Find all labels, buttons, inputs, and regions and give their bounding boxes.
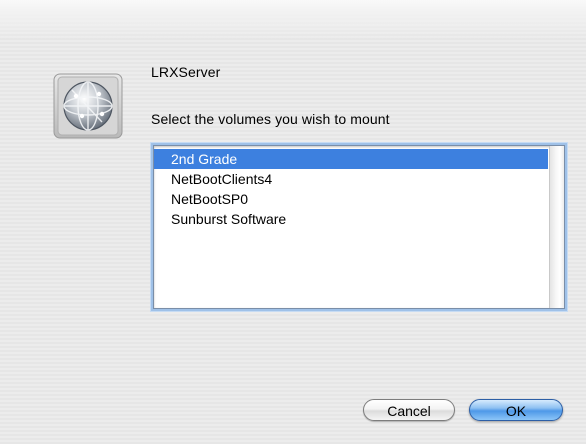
list-item-2nd-grade[interactable]: 2nd Grade	[154, 149, 548, 169]
network-globe-icon	[52, 72, 124, 140]
list-item-netbootclients4[interactable]: NetBootClients4	[154, 169, 548, 189]
mount-volumes-sheet: LRXServer Select the volumes you wish to…	[0, 0, 586, 444]
sheet-top-shadow	[0, 0, 586, 40]
list-item-netbootsp0[interactable]: NetBootSP0	[154, 189, 548, 209]
mount-prompt: Select the volumes you wish to mount	[151, 111, 390, 127]
list-item-sunburst-software[interactable]: Sunburst Software	[154, 209, 548, 229]
server-name: LRXServer	[151, 64, 221, 80]
volume-list[interactable]: 2nd Grade NetBootClients4 NetBootSP0 Sun…	[153, 145, 565, 309]
volume-list-items: 2nd Grade NetBootClients4 NetBootSP0 Sun…	[154, 149, 548, 229]
ok-button[interactable]: OK	[469, 399, 563, 421]
cancel-button[interactable]: Cancel	[363, 399, 455, 421]
vertical-scrollbar[interactable]	[549, 146, 564, 308]
